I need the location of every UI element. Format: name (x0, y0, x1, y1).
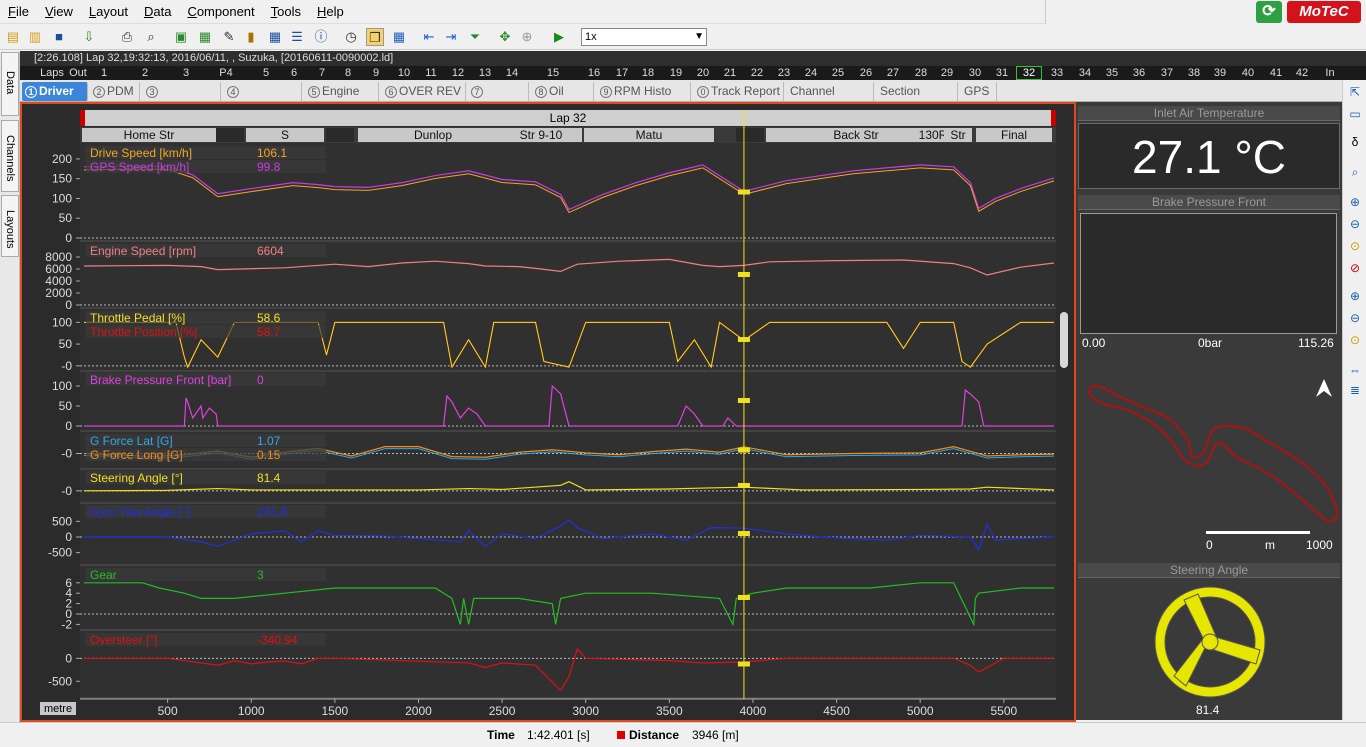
motec-i2-window: File View Layout Data Component Tools Help ⟳ M… (0, 0, 1366, 746)
x-tick-label: 3000 (572, 704, 599, 718)
channel-name: Steering Angle [°] (90, 471, 183, 485)
y-tick-label: -0 (61, 484, 72, 498)
x-tick-label: 2500 (489, 704, 516, 718)
x-tick-label: 1500 (322, 704, 349, 718)
channel-value: 0.15 (257, 448, 281, 462)
channel-label-bg (86, 568, 326, 581)
steering-wheel-icon (1154, 586, 1266, 698)
x-tick-label: 5000 (907, 704, 934, 718)
time-label: Time (487, 728, 515, 742)
channel-name: GPS Speed [km/h] (90, 160, 189, 174)
y-tick-label: -0 (61, 447, 72, 461)
track-outline (1088, 385, 1339, 523)
y-tick-label: -2 (61, 617, 72, 631)
y-tick-label: -500 (48, 674, 72, 688)
y-tick-label: 100 (52, 315, 72, 329)
channel-value: 1.07 (257, 434, 281, 448)
steering-wheel-svg (1154, 586, 1266, 698)
map-scale-bar (1206, 531, 1310, 534)
distance-marker-icon (617, 731, 625, 739)
channel-value: 281.8 (257, 505, 287, 519)
x-tick-label: 500 (158, 704, 178, 718)
series-line-6 (84, 519, 1055, 551)
series-line-0-alt (83, 167, 1055, 214)
y-tick-label: 0 (65, 419, 72, 433)
x-tick-label: 4000 (740, 704, 767, 718)
channel-name: Oversteer [°] (90, 633, 157, 647)
channel-value: 58.6 (257, 311, 281, 325)
channel-name: Throttle Pedal [%] (90, 311, 185, 325)
y-tick-label: 500 (52, 514, 72, 528)
channel-value: 0 (257, 373, 264, 387)
y-tick-label: 100 (52, 379, 72, 393)
y-tick-label: -500 (48, 546, 72, 560)
y-tick-label: 0 (65, 231, 72, 245)
channel-value: -340.94 (257, 633, 298, 647)
steering-angle-title: Steering Angle (1078, 563, 1340, 578)
channel-name: G Force Long [G] (90, 448, 183, 462)
track-map-svg (1088, 379, 1339, 534)
series-line-8 (84, 647, 1054, 692)
brake-pressure-bar (1080, 213, 1337, 334)
y-tick-label: 150 (52, 172, 72, 186)
channel-value: 106.1 (257, 146, 287, 160)
map-scale-unit: m (1265, 538, 1275, 552)
series-line-7 (84, 582, 1054, 627)
map-scale-start: 0 (1206, 538, 1213, 552)
channel-name: Gear (90, 568, 117, 582)
channel-name: G Force Lat [G] (90, 434, 173, 448)
brake-max-value: 115.26 (1298, 336, 1334, 350)
x-tick-label: 4500 (823, 704, 850, 718)
y-tick-label: 0 (65, 298, 72, 312)
y-tick-label: 200 (52, 152, 72, 166)
series-line-1 (83, 258, 1055, 276)
channel-value: 99.8 (257, 160, 281, 174)
time-value: 1:42.401 [s] (527, 728, 590, 742)
channel-name: Brake Pressure Front [bar] (90, 373, 231, 387)
distance-label: Distance (629, 728, 680, 742)
channel-value: 58.7 (257, 325, 281, 339)
inlet-air-temp-title: Inlet Air Temperature (1078, 106, 1340, 121)
y-tick-label: 100 (52, 191, 72, 205)
map-scale-end: 1000 (1306, 538, 1333, 552)
x-axis-label: metre (44, 703, 72, 715)
x-tick-label: 3500 (656, 704, 683, 718)
steering-wheel-gauge (1078, 580, 1340, 720)
brake-min-value: 0.00 (1082, 336, 1106, 350)
status-bar: Time 1:42.401 [s] Distance 3946 [m] (0, 722, 1366, 746)
distance-value: 3946 [m] (692, 728, 739, 742)
x-tick-label: 5500 (990, 704, 1017, 718)
channel-name: Throttle Position [%] (90, 325, 197, 339)
channel-name: Gyro Yaw Angle [°] (90, 505, 190, 519)
brake-pressure-title: Brake Pressure Front (1078, 195, 1340, 210)
track-map[interactable] (1078, 357, 1340, 557)
north-arrow-icon (1316, 379, 1332, 397)
steering-angle-value: 81.4 (1196, 703, 1220, 717)
y-tick-label: 0 (65, 651, 72, 665)
inlet-air-temp-value: 27.1 °C (1078, 123, 1340, 189)
y-tick-label: 50 (59, 337, 73, 351)
brake-unit: 0bar (1198, 336, 1223, 350)
y-tick-label: 0 (65, 530, 72, 544)
channel-name: Drive Speed [km/h] (90, 146, 192, 160)
x-tick-label: 2000 (405, 704, 432, 718)
y-tick-label: 50 (59, 211, 73, 225)
channel-value: 3 (257, 568, 264, 582)
y-tick-label: -0 (61, 359, 72, 373)
channel-value: 81.4 (257, 471, 281, 485)
y-tick-label: 50 (59, 399, 73, 413)
series-line-3 (84, 384, 1054, 427)
x-tick-label: 1000 (238, 704, 265, 718)
channel-value: 6604 (257, 244, 284, 258)
channel-name: Engine Speed [rpm] (90, 244, 196, 258)
